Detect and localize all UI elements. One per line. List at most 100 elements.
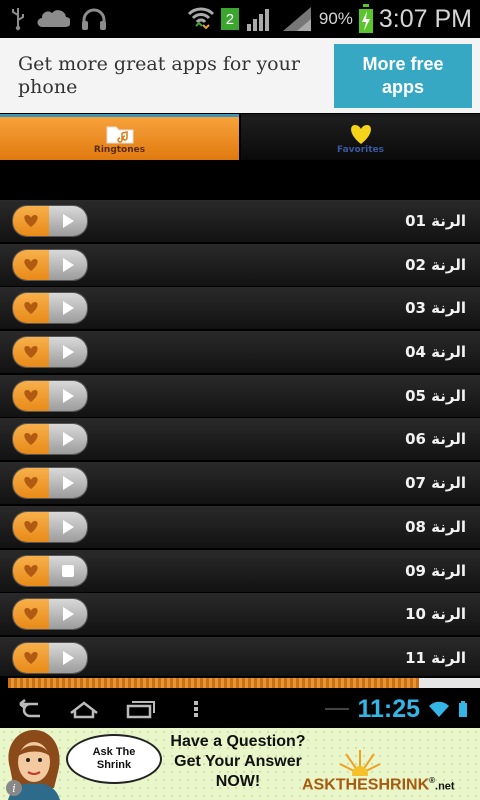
top-ad-banner[interactable]: Get more great apps for your phone More … xyxy=(0,38,480,113)
nav-status: 11:25 xyxy=(325,695,480,724)
ad-info-icon[interactable]: i xyxy=(6,780,22,796)
play-button[interactable] xyxy=(49,293,87,324)
back-icon xyxy=(19,699,40,718)
ringtone-list: الرنة 01 الرنة 02 الرنة 03 الرنة 04 الرنة 05… xyxy=(0,200,480,681)
heart-icon xyxy=(24,389,38,402)
bottom-ad-headline: Have a Question? Get Your Answer NOW! xyxy=(170,733,306,790)
battery-percent: 90% xyxy=(318,9,353,28)
play-button[interactable] xyxy=(49,642,87,673)
heart-icon xyxy=(24,215,38,227)
play-button[interactable] xyxy=(49,511,87,542)
favorite-heart-button[interactable] xyxy=(13,599,49,630)
favorite-heart-button[interactable] xyxy=(13,293,49,324)
brand-name: ASKTHESHRINK xyxy=(302,776,430,794)
play-icon xyxy=(63,388,74,403)
nav-time: 11:25 xyxy=(357,694,420,723)
ringtone-controls xyxy=(12,292,88,325)
tab-favorites-label: Favorites xyxy=(336,144,385,155)
play-button[interactable] xyxy=(49,380,87,411)
home-button[interactable] xyxy=(56,699,112,719)
battery-charging-icon xyxy=(358,3,373,33)
play-button[interactable] xyxy=(49,249,87,280)
status-bar-right: 2 90% 3:07 PM xyxy=(187,3,480,34)
ringtone-row[interactable]: الرنة 06 xyxy=(0,418,480,462)
heart-icon xyxy=(24,433,38,446)
progress-fill xyxy=(8,678,419,688)
heart-icon xyxy=(347,123,375,145)
notification-count-badge: 2 xyxy=(220,8,239,30)
tab-favorites[interactable]: Favorites xyxy=(241,114,480,160)
ringtone-row[interactable]: الرنة 02 xyxy=(0,243,480,287)
home-icon xyxy=(70,701,98,719)
ask-the-shrink-bubble: Ask The Shrink xyxy=(66,734,162,784)
back-button[interactable] xyxy=(0,699,56,719)
headphones-icon xyxy=(82,8,106,30)
ringtone-title: الرنة 11 xyxy=(405,648,466,667)
ringtone-controls xyxy=(12,248,88,281)
heart-icon xyxy=(24,258,38,271)
status-bar-left xyxy=(0,7,108,31)
favorite-heart-button[interactable] xyxy=(13,511,49,542)
ringtone-row[interactable]: الرنة 09 xyxy=(0,549,480,593)
ringtone-row[interactable]: الرنة 08 xyxy=(0,505,480,549)
favorite-heart-button[interactable] xyxy=(13,642,49,673)
more-free-apps-button[interactable]: More free apps xyxy=(334,43,472,108)
ringtone-title: الرنة 04 xyxy=(405,343,466,362)
ringtone-controls xyxy=(12,379,88,412)
playback-progress[interactable] xyxy=(0,676,480,690)
ringtone-row[interactable]: الرنة 04 xyxy=(0,331,480,375)
ringtone-title: الرنة 03 xyxy=(405,299,466,318)
favorite-heart-button[interactable] xyxy=(13,337,49,368)
tab-ringtones[interactable]: Ringtones xyxy=(0,114,239,160)
nav-divider xyxy=(325,708,350,710)
ringtone-controls xyxy=(12,467,88,500)
heart-icon xyxy=(24,608,38,621)
play-icon xyxy=(63,301,74,316)
favorite-heart-button[interactable] xyxy=(13,380,49,411)
ringtone-title: الرنة 10 xyxy=(405,605,466,624)
play-icon xyxy=(63,257,74,272)
favorite-heart-button[interactable] xyxy=(13,424,49,455)
ringtone-title: الرنة 09 xyxy=(405,561,466,580)
tab-bar: Ringtones Favorites xyxy=(0,114,480,160)
favorite-heart-button[interactable] xyxy=(13,555,49,586)
play-button[interactable] xyxy=(49,468,87,499)
ringtone-row[interactable]: الرنة 05 xyxy=(0,374,480,418)
ringtone-row[interactable]: الرنة 01 xyxy=(0,200,480,243)
top-ad-text: Get more great apps for your phone xyxy=(18,52,300,98)
play-button[interactable] xyxy=(49,424,87,455)
bottom-ad-banner[interactable]: Ask The Shrink Have a Question? Get Your… xyxy=(0,728,480,800)
sun-logo-icon xyxy=(339,750,381,776)
ringtone-controls xyxy=(12,336,88,369)
ringtone-row[interactable]: الرنة 10 xyxy=(0,593,480,637)
tab-ringtones-label: Ringtones xyxy=(93,144,146,155)
heart-icon xyxy=(24,477,38,490)
favorite-heart-button[interactable] xyxy=(13,206,49,236)
favorite-heart-button[interactable] xyxy=(13,468,49,499)
bottom-ad-brand: ASKTHESHRINK®.net xyxy=(302,776,455,794)
ringtone-row[interactable]: الرنة 11 xyxy=(0,636,480,680)
recent-apps-button[interactable] xyxy=(112,699,168,719)
usb-icon xyxy=(12,8,24,31)
progress-track xyxy=(8,678,480,688)
play-icon xyxy=(63,650,74,665)
play-button[interactable] xyxy=(49,599,87,630)
menu-button[interactable] xyxy=(168,699,224,719)
play-icon xyxy=(63,214,74,228)
favorite-heart-button[interactable] xyxy=(13,249,49,280)
ringtone-row[interactable]: الرنة 07 xyxy=(0,462,480,506)
ringtone-title: الرنة 02 xyxy=(405,255,466,274)
ringtone-controls xyxy=(12,554,88,587)
recent-apps-icon xyxy=(126,701,155,719)
ringtone-row[interactable]: الرنة 03 xyxy=(0,287,480,331)
status-bar: 2 90% 3:07 PM xyxy=(0,0,480,38)
folder-music-icon xyxy=(105,123,135,145)
ringtone-title: الرنة 07 xyxy=(405,474,466,493)
play-button[interactable] xyxy=(49,206,87,236)
stop-button[interactable] xyxy=(49,555,87,586)
menu-dots-icon xyxy=(194,701,198,717)
ringtone-title: الرنة 08 xyxy=(405,517,466,536)
ringtone-controls xyxy=(12,205,88,237)
play-button[interactable] xyxy=(49,337,87,368)
ringtone-controls xyxy=(12,598,88,631)
